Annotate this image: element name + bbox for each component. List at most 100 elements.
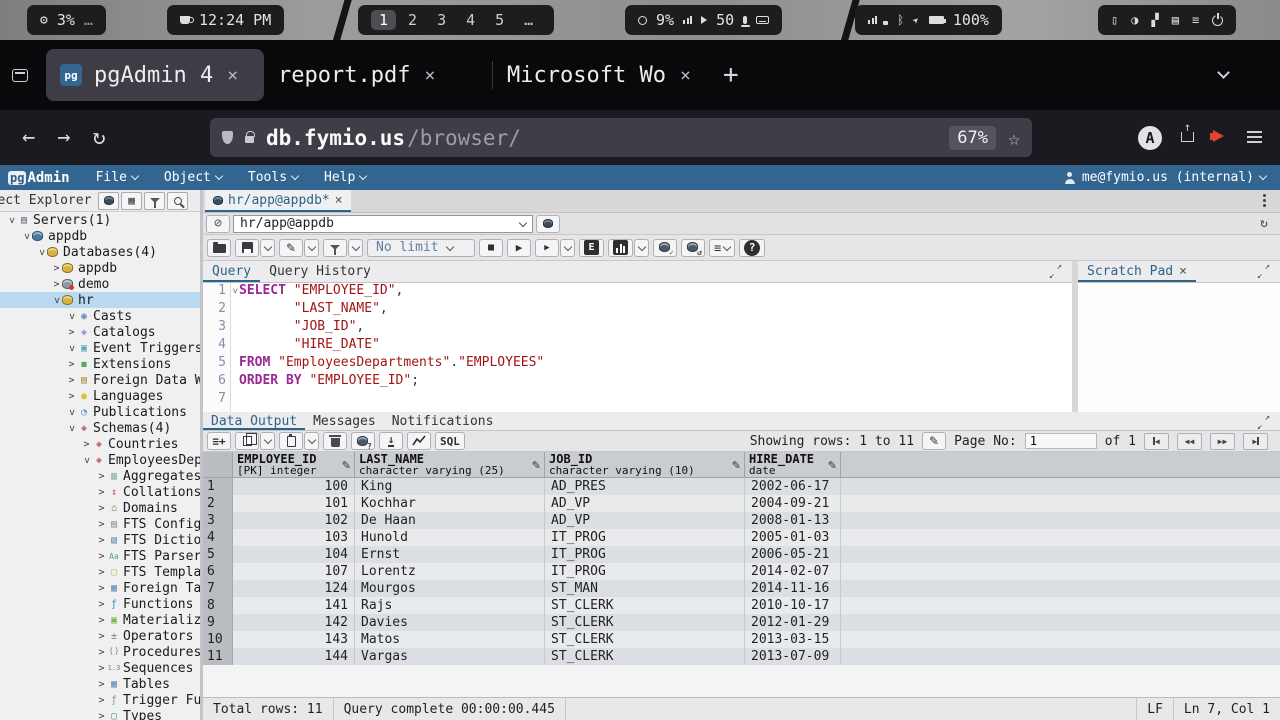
cell-hire-date[interactable]: 2004-09-21 xyxy=(745,495,841,512)
chevron-right-icon[interactable]: > xyxy=(96,535,107,546)
workspace-switcher[interactable]: 12345… xyxy=(358,5,554,35)
row-number[interactable]: 11 xyxy=(203,648,233,665)
chevron-right-icon[interactable]: > xyxy=(81,439,92,450)
chevron-right-icon[interactable]: > xyxy=(51,279,62,290)
chevron-right-icon[interactable]: > xyxy=(96,599,107,610)
add-row-button[interactable]: ≡+ xyxy=(207,432,231,450)
tree-item-types[interactable]: >▢Types xyxy=(0,708,200,720)
cell-employee-id[interactable]: 141 xyxy=(233,597,355,614)
cell-last-name[interactable]: Kochhar xyxy=(355,495,545,512)
row-number[interactable]: 7 xyxy=(203,580,233,597)
cell-job-id[interactable]: AD_VP xyxy=(545,495,745,512)
tree-item-fts-templates[interactable]: >▢FTS Templates xyxy=(0,564,200,580)
edit-column-icon[interactable]: ✎ xyxy=(342,459,351,472)
row-number[interactable]: 2 xyxy=(203,495,233,512)
chevron-right-icon[interactable]: > xyxy=(96,487,107,498)
row-number[interactable]: 9 xyxy=(203,614,233,631)
tree-item-languages[interactable]: >●Languages xyxy=(0,388,200,404)
explain-options-button[interactable] xyxy=(634,239,649,257)
scratch-pad-body[interactable] xyxy=(1078,283,1280,412)
chevron-right-icon[interactable]: > xyxy=(96,647,107,658)
close-icon[interactable]: × xyxy=(335,193,343,208)
cell-hire-date[interactable]: 2013-03-15 xyxy=(745,631,841,648)
cell-job-id[interactable]: ST_CLERK xyxy=(545,648,745,665)
query-tool-tab[interactable]: hr/app@appdb* × xyxy=(205,190,351,212)
chevron-down-icon[interactable]: > xyxy=(81,455,92,466)
chevron-right-icon[interactable]: > xyxy=(96,471,107,482)
tree-item-appdb[interactable]: >appdb xyxy=(0,228,200,244)
connection-status-button[interactable]: ⊘ xyxy=(206,215,230,233)
refresh-icon[interactable]: ↻ xyxy=(1260,216,1268,231)
tree-item-materialized-views[interactable]: >▣Materialized Views xyxy=(0,612,200,628)
chevron-down-icon[interactable]: > xyxy=(66,407,77,418)
cell-hire-date[interactable]: 2012-01-29 xyxy=(745,614,841,631)
tree-item-publications[interactable]: >◔Publications xyxy=(0,404,200,420)
back-button[interactable]: ← xyxy=(22,125,35,150)
chevron-down-icon[interactable]: > xyxy=(66,343,77,354)
delete-row-button[interactable] xyxy=(323,432,347,450)
chevron-right-icon[interactable]: > xyxy=(51,263,62,274)
cell-employee-id[interactable]: 143 xyxy=(233,631,355,648)
edit-options-button[interactable] xyxy=(304,239,319,257)
filter-button[interactable] xyxy=(144,192,165,210)
cell-last-name[interactable]: De Haan xyxy=(355,512,545,529)
add-server-button[interactable] xyxy=(98,192,119,210)
tree-item-trigger-functions[interactable]: >ƒTrigger Functions xyxy=(0,692,200,708)
execute-options-button[interactable] xyxy=(560,239,575,257)
tree-item-countries[interactable]: >◈Countries xyxy=(0,436,200,452)
tree-item-fts-parsers[interactable]: >AaFTS Parsers xyxy=(0,548,200,564)
bookmark-star-icon[interactable]: ☆ xyxy=(1008,126,1020,150)
edit-column-icon[interactable]: ✎ xyxy=(732,459,741,472)
cell-employee-id[interactable]: 104 xyxy=(233,546,355,563)
cell-last-name[interactable]: King xyxy=(355,478,545,495)
tree-item-fts-dictionaries[interactable]: >▧FTS Dictionaries xyxy=(0,532,200,548)
open-file-button[interactable] xyxy=(207,239,231,257)
expand-panel-icon[interactable] xyxy=(1257,416,1270,429)
tree-item-employeesdepartments[interactable]: >◈EmployeesDepartments xyxy=(0,452,200,468)
fold-chevron-icon[interactable]: > xyxy=(229,288,239,293)
tree-item-casts[interactable]: >◉Casts xyxy=(0,308,200,324)
chevron-right-icon[interactable]: > xyxy=(66,375,77,386)
tree-item-demo[interactable]: >demo xyxy=(0,276,200,292)
workspace-1[interactable]: 1 xyxy=(371,10,396,30)
tree-item-sequences[interactable]: >1.3Sequences xyxy=(0,660,200,676)
chevron-right-icon[interactable]: > xyxy=(66,359,77,370)
column-header-last-name[interactable]: LAST_NAMEcharacter varying (25)✎ xyxy=(355,452,545,477)
tree-item-collations[interactable]: >↕Collations xyxy=(0,484,200,500)
chevron-right-icon[interactable]: > xyxy=(96,631,107,642)
padlock-icon[interactable] xyxy=(245,136,254,143)
chevron-right-icon[interactable]: > xyxy=(96,695,107,706)
menu-tools[interactable]: Tools xyxy=(248,170,298,185)
clock-widget[interactable]: 12:24 PM xyxy=(167,5,284,35)
cell-last-name[interactable]: Matos xyxy=(355,631,545,648)
workspace-2[interactable]: 2 xyxy=(400,10,425,30)
close-icon[interactable]: × xyxy=(1179,264,1187,279)
user-menu[interactable]: me@fymio.us (internal) xyxy=(1064,170,1266,185)
chevron-down-icon[interactable]: > xyxy=(6,215,17,226)
cell-job-id[interactable]: ST_CLERK xyxy=(545,631,745,648)
cell-job-id[interactable]: ST_CLERK xyxy=(545,597,745,614)
paste-button[interactable] xyxy=(279,432,303,450)
account-icon[interactable]: A xyxy=(1138,126,1162,150)
cell-hire-date[interactable]: 2014-02-07 xyxy=(745,563,841,580)
chevron-right-icon[interactable]: > xyxy=(96,583,107,594)
tree-item-servers-1[interactable]: >▤Servers(1) xyxy=(0,212,200,228)
help-button[interactable]: ? xyxy=(739,239,765,257)
editor-code[interactable]: SELECT "EMPLOYEE_ID", "LAST_NAME", "JOB_… xyxy=(231,283,1072,412)
address-bar[interactable]: db.fymio.us /browser/ 67% ☆ xyxy=(210,118,1032,157)
edit-button[interactable]: ✎ xyxy=(279,239,303,257)
row-number[interactable]: 6 xyxy=(203,563,233,580)
tree-item-procedures[interactable]: >()Procedures xyxy=(0,644,200,660)
tree-item-operators[interactable]: >±Operators xyxy=(0,628,200,644)
cell-job-id[interactable]: AD_PRES xyxy=(545,478,745,495)
tree-item-databases-4[interactable]: >Databases(4) xyxy=(0,244,200,260)
stop-button[interactable]: ■ xyxy=(479,239,503,257)
row-number[interactable]: 10 xyxy=(203,631,233,648)
tree-item-fts-configurations[interactable]: >▤FTS Configurations xyxy=(0,516,200,532)
paste-options-button[interactable] xyxy=(304,432,319,450)
cell-job-id[interactable]: ST_MAN xyxy=(545,580,745,597)
cell-employee-id[interactable]: 124 xyxy=(233,580,355,597)
chevron-down-icon[interactable]: > xyxy=(66,423,77,434)
cpu-indicator[interactable]: ⚙ 3% … xyxy=(27,5,106,35)
cell-employee-id[interactable]: 101 xyxy=(233,495,355,512)
